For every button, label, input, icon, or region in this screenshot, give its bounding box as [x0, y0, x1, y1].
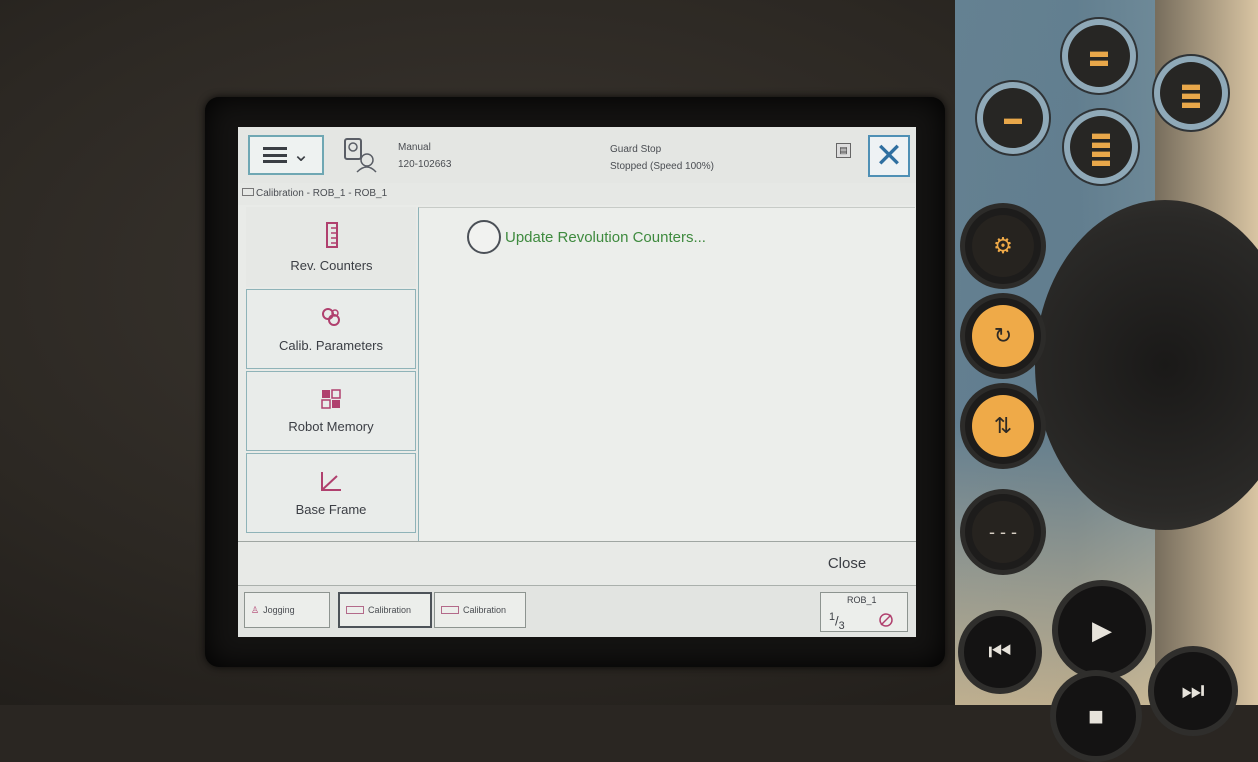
sidebar-item-base-frame[interactable]: Base Frame: [246, 453, 416, 533]
task-jogging[interactable]: ♙ Jogging: [244, 592, 330, 628]
tool-frame-icon: [879, 613, 893, 627]
robot-arm-icon: ⚙: [972, 215, 1034, 277]
sidebar-item-robot-memory[interactable]: Robot Memory: [246, 371, 416, 451]
close-button[interactable]: Close: [804, 550, 890, 578]
hamburger-menu-icon: [262, 147, 287, 163]
close-window-button[interactable]: ✕: [868, 135, 910, 177]
quickset-robot-indicator[interactable]: ROB_1 1/3: [820, 592, 908, 632]
toggle-axes-button[interactable]: ⇅: [965, 388, 1041, 464]
update-revolution-counters-option[interactable]: Update Revolution Counters...: [467, 220, 706, 254]
play-icon: ▶: [1092, 614, 1112, 645]
option-radio[interactable]: [467, 220, 501, 254]
controller-id: 120-102663: [398, 159, 452, 170]
calibration-icon: [441, 606, 459, 614]
sidebar-item-rev-counters[interactable]: Rev. Counters: [246, 207, 416, 287]
jogging-icon: ♙: [251, 604, 260, 615]
sidebar-item-label: Calib. Parameters: [278, 337, 384, 353]
controller-mode: Manual 120-102663: [398, 139, 451, 173]
robot-memory-icon: [321, 388, 341, 409]
programmable-key-3[interactable]: ▬ ▬ ▬: [1160, 62, 1222, 124]
operator-window-icon[interactable]: [342, 136, 378, 174]
taskbar: ♙ Jogging Calibration Calibration ROB_1 …: [238, 585, 916, 637]
start-button[interactable]: ▶: [1052, 580, 1152, 680]
mechanical-unit-button[interactable]: ⚙: [965, 208, 1041, 284]
task-label: Jogging: [263, 605, 295, 615]
window-icon: [242, 188, 254, 196]
key-dash-icon: ▬ ▬ ▬: [1182, 73, 1200, 112]
calib-parameters-icon: [322, 307, 340, 326]
step-backward-button[interactable]: ⏮: [958, 610, 1042, 694]
breadcrumb-text: Calibration - ROB_1 - ROB_1: [256, 188, 388, 199]
increment-icon: - - -: [972, 501, 1034, 563]
quickset-icon[interactable]: ▤: [836, 143, 851, 158]
calibration-content: Update Revolution Counters...: [418, 207, 915, 542]
task-label: Calibration: [368, 605, 412, 615]
robot-name: ROB_1: [847, 595, 877, 605]
action-bar: Close: [238, 541, 916, 586]
sidebar-item-label: Base Frame: [295, 501, 367, 517]
key-dash-icon: ▬ ▬ ▬ ▬: [1092, 123, 1110, 170]
fraction-numerator: 1: [829, 611, 836, 623]
sidebar-item-label: Robot Memory: [288, 418, 374, 434]
programmable-key-1[interactable]: ▬: [983, 88, 1043, 148]
increment-button[interactable]: - - -: [965, 494, 1041, 570]
rev-counters-icon: [325, 221, 338, 248]
main-menu-button[interactable]: ⌄: [248, 135, 324, 175]
step-forward-icon: ⏭: [1181, 675, 1205, 705]
option-label: Update Revolution Counters...: [505, 228, 706, 246]
sidebar-item-label: Rev. Counters: [290, 257, 373, 273]
speed-fraction: 1/3: [829, 611, 845, 632]
chevron-down-icon: ⌄: [292, 144, 310, 166]
fraction-denominator: 3: [838, 619, 845, 632]
programmable-key-4[interactable]: ▬ ▬ ▬ ▬: [1070, 116, 1132, 178]
base-frame-icon: [321, 471, 341, 491]
stop-icon: ■: [1088, 700, 1104, 731]
key-dash-icon: ▬ ▬: [1090, 41, 1108, 70]
key-dash-icon: ▬: [1004, 107, 1022, 128]
controller-status: Guard Stop Stopped (Speed 100%): [610, 141, 714, 175]
guard-status: Guard Stop: [610, 144, 662, 155]
programmable-key-2[interactable]: ▬ ▬: [1068, 25, 1130, 87]
toggle-motion-mode-button[interactable]: ↻: [965, 298, 1041, 374]
calibration-sidebar: Rev. Counters Calib. Parameters Robot Me…: [246, 207, 418, 539]
status-header: ⌄ Manual 120-102663 Guard Stop Stopped (…: [238, 127, 916, 183]
step-forward-button[interactable]: ⏭: [1148, 646, 1238, 736]
teach-pendant-screen: ⌄ Manual 120-102663 Guard Stop Stopped (…: [238, 127, 916, 637]
close-x-icon: ✕: [874, 137, 904, 175]
reorient-icon: ↻: [972, 305, 1034, 367]
operating-mode: Manual: [398, 142, 431, 153]
stop-button[interactable]: ■: [1050, 670, 1142, 762]
axes-icon: ⇅: [972, 395, 1034, 457]
calibration-icon: [346, 606, 364, 614]
task-calibration-2[interactable]: Calibration: [434, 592, 526, 628]
run-status: Stopped (Speed 100%): [610, 161, 714, 172]
task-label: Calibration: [463, 605, 507, 615]
breadcrumb: Calibration - ROB_1 - ROB_1: [238, 183, 916, 205]
step-back-icon: ⏮: [988, 636, 1012, 666]
sidebar-item-calib-parameters[interactable]: Calib. Parameters: [246, 289, 416, 369]
task-calibration-1[interactable]: Calibration: [338, 592, 432, 628]
